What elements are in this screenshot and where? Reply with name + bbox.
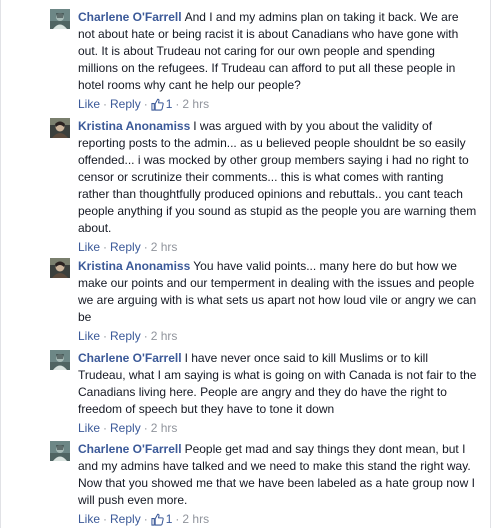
comment-timestamp[interactable]: 2 hrs xyxy=(151,239,178,255)
comment-actions: Like · Reply · 2 hrs xyxy=(78,420,477,436)
reply-link[interactable]: Reply xyxy=(110,239,141,255)
like-count[interactable]: 1 xyxy=(166,511,173,527)
comment-item: Charlene O'Farrell People get mad and say… xyxy=(0,441,491,527)
comment-body: Kristina Anonamiss I was argued with by y… xyxy=(78,118,477,237)
profile-avatar-teal-icon xyxy=(50,9,70,29)
thumbs-up-icon[interactable] xyxy=(151,98,164,111)
comment-item: Charlene O'Farrell I have never once said… xyxy=(0,350,491,436)
comment-author[interactable]: Charlene O'Farrell xyxy=(78,442,182,456)
like-link[interactable]: Like xyxy=(78,511,100,527)
comment-timestamp[interactable]: 2 hrs xyxy=(182,96,209,112)
separator-dot: · xyxy=(103,512,108,526)
profile-avatar-photo-icon xyxy=(50,258,70,278)
avatar[interactable] xyxy=(50,441,70,461)
separator-dot: · xyxy=(103,421,108,435)
separator-dot: · xyxy=(175,512,180,526)
comment-author[interactable]: Charlene O'Farrell xyxy=(78,351,182,365)
like-link[interactable]: Like xyxy=(78,96,100,112)
comment-body: Charlene O'Farrell I have never once said… xyxy=(78,350,477,418)
comment-text: I was argued with by you about the valid… xyxy=(78,119,477,235)
comment-item: Kristina Anonamiss You have valid points.… xyxy=(0,258,491,344)
separator-dot: · xyxy=(143,97,148,111)
separator-dot: · xyxy=(143,421,148,435)
comment-body: Charlene O'Farrell People get mad and say… xyxy=(78,441,477,509)
separator-dot: · xyxy=(103,240,108,254)
avatar[interactable] xyxy=(50,118,70,138)
profile-avatar-photo-icon xyxy=(50,118,70,138)
reply-link[interactable]: Reply xyxy=(110,328,141,344)
profile-avatar-teal-icon xyxy=(50,350,70,370)
comment-actions: Like · Reply · 1 · 2 hrs xyxy=(78,96,477,112)
comment-item: Charlene O'Farrell And I and my admins pl… xyxy=(0,9,491,112)
comment-body: Kristina Anonamiss You have valid points.… xyxy=(78,258,477,326)
profile-avatar-teal-icon xyxy=(50,441,70,461)
comment-actions: Like · Reply · 1 · 2 hrs xyxy=(78,511,477,527)
separator-dot: · xyxy=(143,329,148,343)
reply-link[interactable]: Reply xyxy=(110,511,141,527)
separator-dot: · xyxy=(103,329,108,343)
comment-timestamp[interactable]: 2 hrs xyxy=(182,511,209,527)
comment-actions: Like · Reply · 2 hrs xyxy=(78,239,477,255)
comment-author[interactable]: Kristina Anonamiss xyxy=(78,259,190,273)
thumbs-up-icon[interactable] xyxy=(151,513,164,526)
comment-body: Charlene O'Farrell And I and my admins pl… xyxy=(78,9,477,94)
reply-link[interactable]: Reply xyxy=(110,96,141,112)
avatar[interactable] xyxy=(50,350,70,370)
separator-dot: · xyxy=(175,97,180,111)
separator-dot: · xyxy=(103,97,108,111)
like-link[interactable]: Like xyxy=(78,420,100,436)
comment-author[interactable]: Charlene O'Farrell xyxy=(78,10,182,24)
reply-link[interactable]: Reply xyxy=(110,420,141,436)
comment-timestamp[interactable]: 2 hrs xyxy=(151,420,178,436)
avatar[interactable] xyxy=(50,9,70,29)
separator-dot: · xyxy=(143,512,148,526)
comment-author[interactable]: Kristina Anonamiss xyxy=(78,119,190,133)
avatar[interactable] xyxy=(50,258,70,278)
comment-thread: Charlene O'Farrell And I and my admins pl… xyxy=(0,0,491,528)
comment-item: Kristina Anonamiss I was argued with by y… xyxy=(0,118,491,255)
like-link[interactable]: Like xyxy=(78,328,100,344)
like-count[interactable]: 1 xyxy=(166,96,173,112)
comment-timestamp[interactable]: 2 hrs xyxy=(151,328,178,344)
like-link[interactable]: Like xyxy=(78,239,100,255)
separator-dot: · xyxy=(143,240,148,254)
comment-actions: Like · Reply · 2 hrs xyxy=(78,328,477,344)
